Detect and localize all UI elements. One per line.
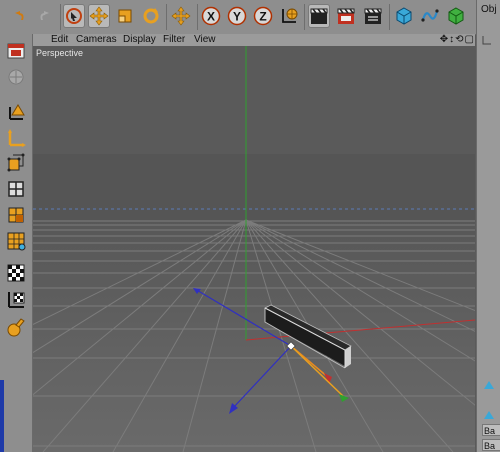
undo-icon[interactable] <box>8 4 30 28</box>
object-axis-icon[interactable] <box>4 100 28 122</box>
menu-filter[interactable]: Filter <box>163 34 185 46</box>
panel-menu-icon[interactable] <box>481 34 495 46</box>
horizon-band <box>33 154 475 220</box>
menu-display[interactable]: Display <box>123 34 156 46</box>
svg-text:Y: Y <box>233 10 241 24</box>
svg-text:Z: Z <box>259 10 266 24</box>
model-mode-icon[interactable] <box>4 66 28 88</box>
live-selection-icon[interactable] <box>63 4 85 28</box>
z-axis-lock-icon[interactable]: Z <box>252 4 274 28</box>
viewport-menubar: Edit Cameras Display Filter View ✥↕⟲▢ <box>33 34 475 46</box>
viewport-nav-icons[interactable]: ✥↕⟲▢ <box>440 34 475 46</box>
menu-cameras[interactable]: Cameras <box>76 34 117 46</box>
points-mode-icon[interactable] <box>4 152 28 174</box>
mode-toolbar <box>0 34 33 452</box>
redo-icon[interactable] <box>34 4 56 28</box>
attribute-object-icon[interactable] <box>483 410 495 423</box>
window-edge <box>0 380 4 452</box>
svg-text:X: X <box>207 10 215 24</box>
nurbs-icon[interactable] <box>445 4 467 28</box>
rotate-icon[interactable] <box>140 4 162 28</box>
panel-toolbar <box>481 34 500 46</box>
viewport-label: Perspective <box>36 48 84 58</box>
move-icon[interactable] <box>88 4 110 28</box>
objects-tab[interactable]: Obj <box>481 4 497 15</box>
attribute-field-basic[interactable]: Ba <box>482 424 500 436</box>
object-manager-panel: Obj Ba Ba <box>476 0 500 452</box>
coordinate-system-icon[interactable] <box>278 4 300 28</box>
make-editable-icon[interactable] <box>4 40 28 62</box>
perspective-viewport[interactable]: Perspective <box>33 46 475 452</box>
attribute-icon[interactable] <box>483 380 495 393</box>
scale-icon[interactable] <box>114 4 136 28</box>
render-settings-icon[interactable] <box>362 4 384 28</box>
menu-edit[interactable]: Edit <box>51 34 68 46</box>
viewport-canvas[interactable] <box>33 46 475 452</box>
texture-axis-icon[interactable] <box>4 126 28 148</box>
floor <box>33 220 475 452</box>
main-toolbar: X Y Z <box>0 0 500 35</box>
render-view-icon[interactable] <box>308 4 330 28</box>
edges-mode-icon[interactable] <box>4 178 28 200</box>
polygons-mode-icon[interactable] <box>4 204 28 226</box>
texture-mode-icon[interactable] <box>4 262 28 284</box>
spline-icon[interactable] <box>419 4 441 28</box>
uvw-mode-icon[interactable] <box>4 230 28 252</box>
workplane-icon[interactable] <box>4 288 28 310</box>
x-axis-lock-icon[interactable]: X <box>200 4 222 28</box>
y-axis-lock-icon[interactable]: Y <box>226 4 248 28</box>
world-move-icon[interactable] <box>170 4 192 28</box>
cube-object-icon[interactable] <box>393 4 415 28</box>
render-picture-viewer-icon[interactable] <box>335 4 357 28</box>
sculpt-icon[interactable] <box>4 316 28 338</box>
menu-view[interactable]: View <box>194 34 216 46</box>
attribute-field-basic-2[interactable]: Ba <box>482 439 500 451</box>
